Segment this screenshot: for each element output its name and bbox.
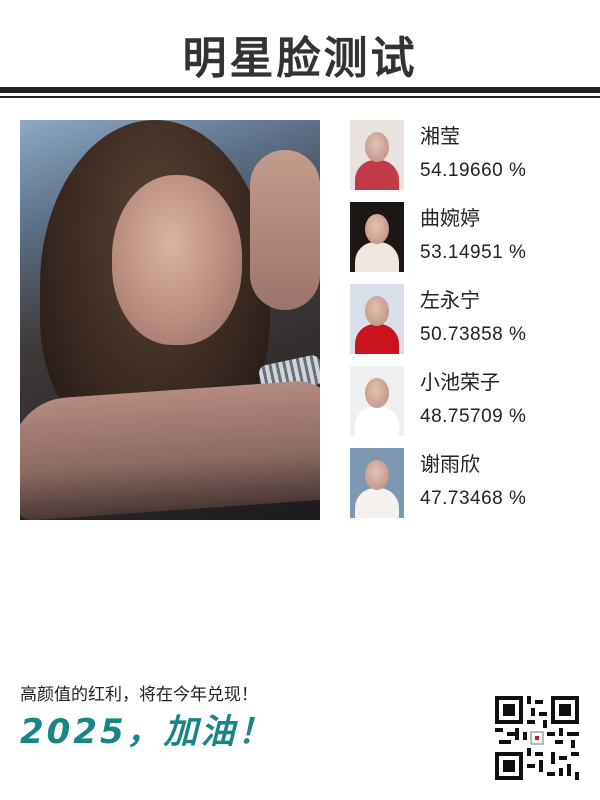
- similarity-score: 47.73468 %: [420, 488, 527, 509]
- title-divider: [0, 87, 600, 93]
- similarity-score: 53.14951 %: [420, 242, 527, 263]
- match-result[interactable]: 小池荣子 48.75709 %: [350, 366, 590, 436]
- thumb-head: [365, 132, 389, 162]
- match-result[interactable]: 曲婉婷 53.14951 %: [350, 202, 590, 272]
- celebrity-thumbnail: [350, 202, 404, 272]
- thumb-body: [355, 406, 399, 436]
- thumb-head: [365, 214, 389, 244]
- celebrity-thumbnail: [350, 448, 404, 518]
- match-result[interactable]: 谢雨欣 47.73468 %: [350, 448, 590, 518]
- thumb-body: [355, 160, 399, 190]
- year-banner: 2025，加油！: [20, 712, 275, 752]
- match-result[interactable]: 左永宁 50.73858 %: [350, 284, 590, 354]
- slogan-text: 高颜值的红利，将在今年兑现！: [20, 685, 258, 705]
- photo-hand: [250, 150, 320, 310]
- thumb-head: [365, 378, 389, 408]
- celebrity-name: 谢雨欣: [420, 452, 480, 476]
- celebrity-name: 湘莹: [420, 124, 460, 148]
- uploaded-photo[interactable]: [20, 120, 320, 520]
- photo-arm: [20, 378, 320, 520]
- thumb-body: [355, 488, 399, 518]
- match-result[interactable]: 湘莹 54.19660 %: [350, 120, 590, 190]
- celebrity-name: 曲婉婷: [420, 206, 480, 230]
- qr-code-icon[interactable]: [495, 696, 579, 780]
- similarity-score: 48.75709 %: [420, 406, 527, 427]
- thumb-body: [355, 242, 399, 272]
- title-divider-thin: [0, 96, 600, 98]
- celebrity-thumbnail: [350, 366, 404, 436]
- celebrity-thumbnail: [350, 120, 404, 190]
- similarity-score: 54.19660 %: [420, 160, 527, 181]
- celebrity-thumbnail: [350, 284, 404, 354]
- thumb-head: [365, 296, 389, 326]
- page-title: 明星脸测试: [182, 33, 418, 84]
- similarity-score: 50.73858 %: [420, 324, 527, 345]
- celebrity-name: 左永宁: [420, 288, 480, 312]
- thumb-body: [355, 324, 399, 354]
- photo-face: [112, 175, 242, 345]
- qr-logo-mark: [535, 736, 539, 740]
- celebrity-name: 小池荣子: [420, 370, 500, 394]
- thumb-head: [365, 460, 389, 490]
